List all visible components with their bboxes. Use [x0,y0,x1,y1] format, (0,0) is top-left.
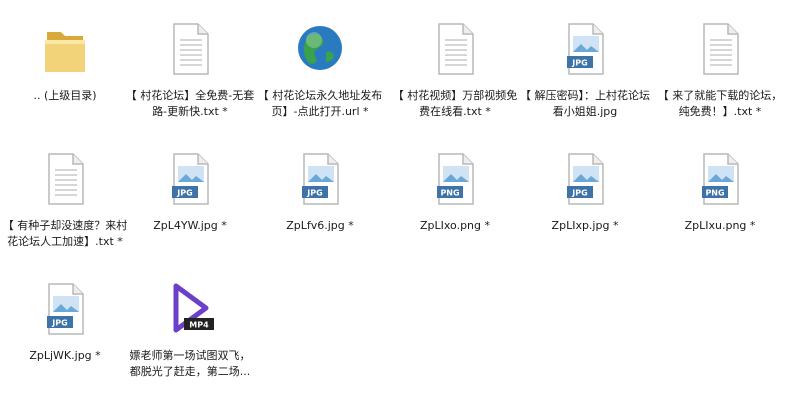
text-file-icon [692,18,748,80]
text-file-icon [162,18,218,80]
file-item-parent-dir[interactable]: .. (上级目录) [0,10,130,130]
file-label: ZpLIxu.png * [684,219,756,232]
badge-text: JPG [51,319,67,328]
file-item-png[interactable]: PNG ZpLIxu.png * [655,140,785,260]
file-label: 【 村花论坛】全免费-无套路-更新快.txt * [125,89,255,118]
file-label: 【 有种子却没速度？来村花论坛人工加速】.txt * [2,219,128,248]
file-item-jpg[interactable]: JPG 【 解压密码】：上村花论坛看小姐姐.jpg [520,10,650,130]
badge-text: PNG [705,189,724,198]
file-label: ZpLfv6.jpg * [286,219,354,232]
file-label: 【 来了就能下载的论坛，纯免费！】.txt * [657,89,783,118]
file-item-jpg[interactable]: JPG ZpLjWK.jpg * [0,270,130,390]
file-item-jpg[interactable]: JPG ZpLfv6.jpg * [255,140,385,260]
badge-text: JPG [571,189,587,198]
png-file-icon: PNG [427,148,483,210]
jpg-file-icon: JPG [557,148,613,210]
mp4-file-icon: MP4 [162,278,218,340]
file-label: ZpL4YW.jpg * [153,219,227,232]
file-item-txt[interactable]: 【 村花视频】万部视频免费在线看.txt * [390,10,520,130]
badge-text: JPG [306,189,322,198]
file-browser-view: .. (上级目录) 【 村花论坛】全免费-无套路-更新快.txt * 【 村花论… [0,0,800,407]
file-item-url[interactable]: 【 村花论坛永久地址发布页】-点此打开.url * [255,10,385,130]
badge-text: MP4 [189,321,209,330]
text-file-icon [427,18,483,80]
file-label: 【 村花视频】万部视频免费在线看.txt * [392,89,518,118]
globe-icon [292,18,348,80]
file-item-mp4[interactable]: MP4 嫖老师第一场试图双飞，都脱光了赶走，第二场... [125,270,255,390]
jpg-file-icon: JPG [292,148,348,210]
badge-text: JPG [176,189,192,198]
text-file-icon [37,148,93,210]
jpg-file-icon: JPG [37,278,93,340]
png-file-icon: PNG [692,148,748,210]
file-label: ZpLIxo.png * [419,219,491,232]
file-label: 【 解压密码】：上村花论坛看小姐姐.jpg [520,89,650,118]
file-label: ZpLjWK.jpg * [29,349,101,362]
badge-text: PNG [440,189,459,198]
file-item-txt[interactable]: 【 来了就能下载的论坛，纯免费！】.txt * [655,10,785,130]
file-item-jpg[interactable]: JPG ZpL4YW.jpg * [125,140,255,260]
file-label: ZpLIxp.jpg * [551,219,619,232]
folder-icon [37,18,93,80]
file-label: 嫖老师第一场试图双飞，都脱光了赶走，第二场... [129,349,251,378]
badge-text: JPG [571,59,587,68]
jpg-file-icon: JPG [557,18,613,80]
file-item-txt[interactable]: 【 村花论坛】全免费-无套路-更新快.txt * [125,10,255,130]
file-item-png[interactable]: PNG ZpLIxo.png * [390,140,520,260]
file-label: .. (上级目录) [33,89,97,102]
file-label: 【 村花论坛永久地址发布页】-点此打开.url * [257,89,383,118]
file-item-jpg[interactable]: JPG ZpLIxp.jpg * [520,140,650,260]
file-item-txt[interactable]: 【 有种子却没速度？来村花论坛人工加速】.txt * [0,140,130,260]
jpg-file-icon: JPG [162,148,218,210]
